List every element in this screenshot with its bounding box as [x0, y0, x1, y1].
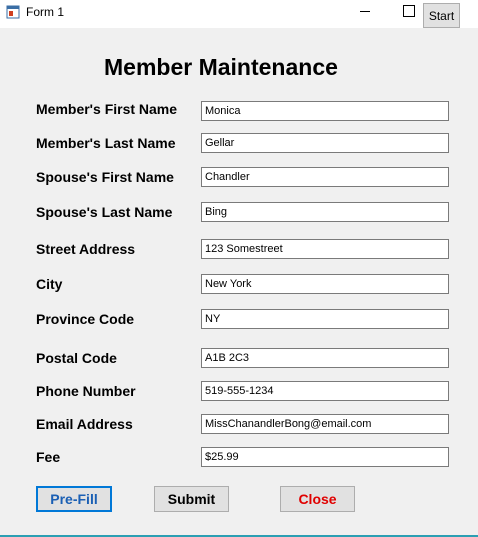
member-first-name-label: Member's First Name	[36, 101, 178, 117]
phone-number-input[interactable]: 519-555-1234	[201, 381, 449, 401]
spouse-last-name-label: Spouse's Last Name	[36, 204, 173, 220]
start-button[interactable]: Start	[423, 3, 460, 28]
member-first-name-input[interactable]: Monica	[201, 101, 449, 121]
window-title: Form 1	[26, 5, 65, 19]
street-address-label: Street Address	[36, 241, 136, 257]
submit-button[interactable]: Submit	[154, 486, 229, 512]
province-code-input[interactable]: NY	[201, 309, 449, 329]
minimize-icon[interactable]	[358, 4, 372, 18]
page-title: Member Maintenance	[104, 54, 338, 80]
province-code-label: Province Code	[36, 311, 135, 327]
spouse-first-name-label: Spouse's First Name	[36, 169, 174, 185]
phone-number-label: Phone Number	[36, 383, 136, 399]
city-input[interactable]: New York	[201, 274, 449, 294]
member-last-name-input[interactable]: Gellar	[201, 133, 449, 153]
city-label: City	[36, 276, 63, 292]
spouse-first-name-input[interactable]: Chandler	[201, 167, 449, 187]
email-address-label: Email Address	[36, 416, 133, 432]
prefill-button[interactable]: Pre-Fill	[36, 486, 112, 512]
title-bar: Form 1 Start	[0, 0, 478, 28]
fee-input[interactable]: $25.99	[201, 447, 449, 467]
postal-code-label: Postal Code	[36, 350, 117, 366]
postal-code-input[interactable]: A1B 2C3	[201, 348, 449, 368]
member-last-name-label: Member's Last Name	[36, 135, 176, 151]
street-address-input[interactable]: 123 Somestreet	[201, 239, 449, 259]
form-app-icon	[6, 5, 20, 19]
spouse-last-name-input[interactable]: Bing	[201, 202, 449, 222]
maximize-icon[interactable]	[403, 5, 415, 17]
email-address-input[interactable]: MissChanandlerBong@email.com	[201, 414, 449, 434]
close-button[interactable]: Close	[280, 486, 355, 512]
fee-label: Fee	[36, 449, 61, 465]
